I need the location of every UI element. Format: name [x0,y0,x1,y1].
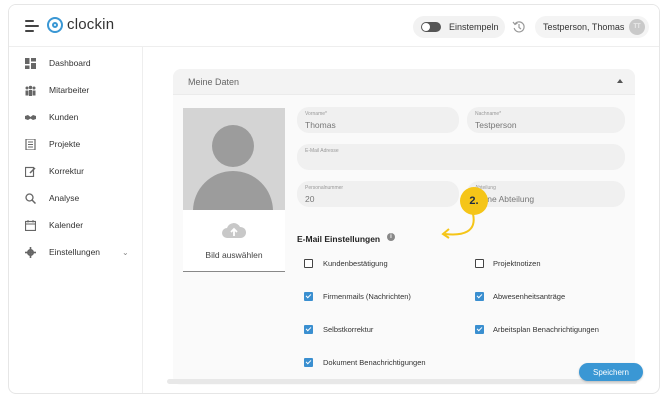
gear-icon [25,246,36,258]
checkbox-label: Firmenmails (Nachrichten) [323,292,411,301]
logo-text: clockin [67,16,115,33]
email-field[interactable]: E-Mail Adresse [297,144,625,170]
logo[interactable]: clockin [47,16,114,33]
chevron-down-icon[interactable]: ⌄ [122,248,129,257]
calendar-icon [25,219,36,231]
upload-label: Bild auswählen [205,250,263,260]
sidebar-item-mitarbeiter[interactable]: Mitarbeiter [9,79,143,101]
toggle-switch[interactable] [421,22,441,32]
logo-icon [47,16,63,33]
panel-header[interactable]: Meine Daten [173,69,635,95]
checkbox-label: Selbstkorrektur [323,325,374,334]
checkbox-label: Dokument Benachrichtigungen [323,358,426,367]
checkbox-label: Abwesenheitsanträge [493,292,566,301]
field-value: Thomas [305,120,336,130]
email-settings-title: E-Mail Einstellungen [297,234,381,244]
main-content: Meine Daten Bild auswählen Vorname* Thom… [147,47,659,393]
menu-toggle-icon[interactable] [25,20,39,32]
personnel-number-field[interactable]: Personalnummer 20 [297,181,459,207]
checkbox[interactable] [304,292,313,301]
projects-icon [25,138,36,150]
sidebar-item-dashboard[interactable]: Dashboard [9,52,143,74]
clock-in-label: Einstempeln [449,22,499,32]
checkbox[interactable] [304,325,313,334]
sidebar-item-label: Kunden [49,112,79,122]
sidebar-item-label: Projekte [49,139,81,149]
field-label: Nachname* [475,111,502,117]
field-label: E-Mail Adresse [305,148,339,154]
sidebar-item-label: Dashboard [49,58,91,68]
search-analysis-icon [25,192,36,204]
my-data-panel: Meine Daten Bild auswählen Vorname* Thom… [173,69,635,385]
clock-in-toggle[interactable]: Einstempeln [413,16,505,38]
panel-title: Meine Daten [188,77,240,87]
sidebar-item-label: Einstellungen [49,247,101,257]
lastname-field[interactable]: Nachname* Testperson [467,107,625,133]
firstname-field[interactable]: Vorname* Thomas [297,107,459,133]
user-menu[interactable]: Testperson, Thomas TT [535,16,649,38]
field-label: Vorname* [305,111,327,117]
sidebar: Dashboard Mitarbeiter Kunden Projekte Ko… [9,47,143,393]
checkbox[interactable] [304,259,313,268]
checkbox-label: Projektnotizen [493,259,541,268]
step-badge: 2. [460,187,488,215]
sidebar-item-analyse[interactable]: Analyse [9,187,143,209]
checkbox[interactable] [304,358,313,367]
sidebar-item-korrektur[interactable]: Korrektur [9,160,143,182]
checkbox-label: Kundenbestätigung [323,259,388,268]
field-value: 20 [305,194,315,204]
horizontal-scrollbar[interactable] [167,379,637,384]
field-value: Testperson [475,120,517,130]
collapse-icon[interactable] [617,79,623,83]
sidebar-item-kalender[interactable]: Kalender [9,214,143,236]
sidebar-item-label: Mitarbeiter [49,85,90,95]
dashboard-icon [25,57,36,69]
top-bar: clockin Einstempeln Testperson, Thomas T… [9,5,659,47]
handshake-icon [25,114,36,120]
person-head-shape [212,125,254,167]
save-button[interactable]: Speichern [579,363,643,381]
person-body-shape [193,171,273,210]
sidebar-item-label: Kalender [49,220,84,230]
history-icon[interactable] [512,20,526,34]
correction-icon [25,166,36,177]
sidebar-item-label: Analyse [49,193,80,203]
user-name: Testperson, Thomas [543,22,625,32]
sidebar-item-projekte[interactable]: Projekte [9,133,143,155]
info-icon[interactable]: i [387,233,395,241]
annotation-arrow-icon [441,213,475,239]
field-label: Personalnummer [305,185,344,191]
app-window: clockin Einstempeln Testperson, Thomas T… [8,4,660,394]
avatar: TT [629,19,645,35]
cloud-upload-icon [222,223,247,238]
checkbox[interactable] [475,292,484,301]
department-field[interactable]: Abteilung Keine Abteilung [467,181,625,207]
sidebar-item-label: Korrektur [49,166,84,176]
checkbox[interactable] [475,325,484,334]
upload-image-button[interactable]: Bild auswählen [183,210,285,272]
employees-icon [25,85,36,96]
profile-photo-placeholder [183,108,285,210]
checkbox-label: Arbeitsplan Benachrichtigungen [493,325,599,334]
sidebar-item-einstellungen[interactable]: Einstellungen ⌄ [9,241,143,263]
sidebar-item-kunden[interactable]: Kunden [9,106,143,128]
